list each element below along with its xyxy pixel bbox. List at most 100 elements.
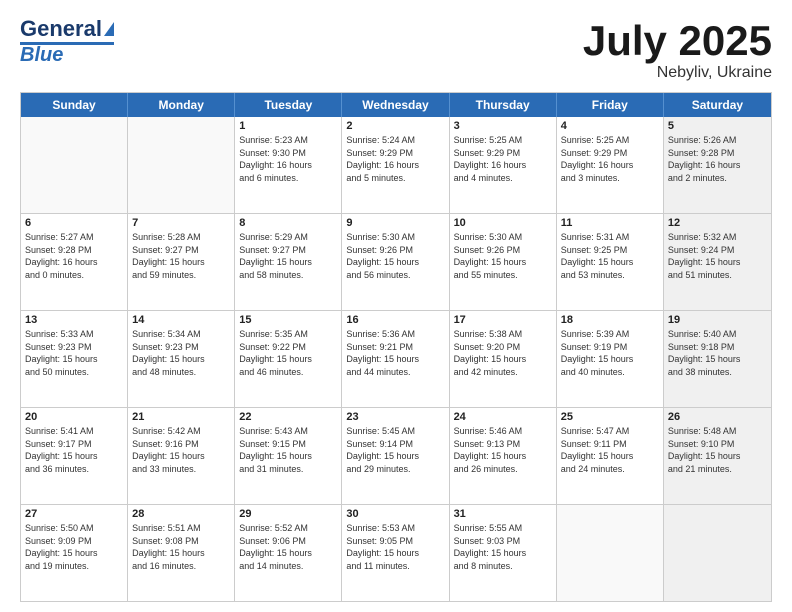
cell-text: Sunrise: 5:28 AM Sunset: 9:27 PM Dayligh… [132,231,230,281]
cell-text: Sunrise: 5:24 AM Sunset: 9:29 PM Dayligh… [346,134,444,184]
day-number: 14 [132,314,230,326]
cell-text: Sunrise: 5:34 AM Sunset: 9:23 PM Dayligh… [132,328,230,378]
calendar-cell: 15 Sunrise: 5:35 AM Sunset: 9:22 PM Dayli… [235,311,342,407]
day-number: 16 [346,314,444,326]
cell-text: Sunrise: 5:36 AM Sunset: 9:21 PM Dayligh… [346,328,444,378]
calendar-cell: 1 Sunrise: 5:23 AM Sunset: 9:30 PM Daylig… [235,117,342,213]
calendar-cell: 18 Sunrise: 5:39 AM Sunset: 9:19 PM Dayli… [557,311,664,407]
cell-text: Sunrise: 5:25 AM Sunset: 9:29 PM Dayligh… [561,134,659,184]
day-number: 18 [561,314,659,326]
logo: General Blue [20,18,114,65]
calendar-cell: 16 Sunrise: 5:36 AM Sunset: 9:21 PM Dayli… [342,311,449,407]
day-number: 21 [132,411,230,423]
header-sunday: Sunday [21,93,128,117]
calendar-cell: 12 Sunrise: 5:32 AM Sunset: 9:24 PM Dayli… [664,214,771,310]
day-number: 28 [132,508,230,520]
calendar-cell: 9 Sunrise: 5:30 AM Sunset: 9:26 PM Daylig… [342,214,449,310]
calendar-cell: 5 Sunrise: 5:26 AM Sunset: 9:28 PM Daylig… [664,117,771,213]
calendar-cell: 21 Sunrise: 5:42 AM Sunset: 9:16 PM Dayli… [128,408,235,504]
cell-text: Sunrise: 5:53 AM Sunset: 9:05 PM Dayligh… [346,522,444,572]
day-number: 27 [25,508,123,520]
cell-text: Sunrise: 5:35 AM Sunset: 9:22 PM Dayligh… [239,328,337,378]
day-number: 15 [239,314,337,326]
day-number: 12 [668,217,767,229]
cell-text: Sunrise: 5:38 AM Sunset: 9:20 PM Dayligh… [454,328,552,378]
day-number: 19 [668,314,767,326]
cell-text: Sunrise: 5:29 AM Sunset: 9:27 PM Dayligh… [239,231,337,281]
calendar-cell: 3Sunrise: 5:25 AM Sunset: 9:29 PM Daylig… [450,117,557,213]
cell-text: Sunrise: 5:27 AM Sunset: 9:28 PM Dayligh… [25,231,123,281]
header-saturday: Saturday [664,93,771,117]
cell-text: Sunrise: 5:39 AM Sunset: 9:19 PM Dayligh… [561,328,659,378]
header-thursday: Thursday [450,93,557,117]
day-number: 13 [25,314,123,326]
calendar-cell: 11Sunrise: 5:31 AM Sunset: 9:25 PM Dayli… [557,214,664,310]
cell-text: Sunrise: 5:46 AM Sunset: 9:13 PM Dayligh… [454,425,552,475]
cell-text: Sunrise: 5:40 AM Sunset: 9:18 PM Dayligh… [668,328,767,378]
cell-text: Sunrise: 5:50 AM Sunset: 9:09 PM Dayligh… [25,522,123,572]
cell-text: Sunrise: 5:33 AM Sunset: 9:23 PM Dayligh… [25,328,123,378]
day-number: 10 [454,217,552,229]
calendar-cell: 24 Sunrise: 5:46 AM Sunset: 9:13 PM Dayli… [450,408,557,504]
calendar-cell: 7 Sunrise: 5:28 AM Sunset: 9:27 PM Daylig… [128,214,235,310]
day-number: 25 [561,411,659,423]
cell-text: Sunrise: 5:32 AM Sunset: 9:24 PM Dayligh… [668,231,767,281]
calendar-body: 1 Sunrise: 5:23 AM Sunset: 9:30 PM Daylig… [21,117,771,601]
calendar-cell [557,505,664,601]
day-number: 31 [454,508,552,520]
day-number: 1 [239,120,337,132]
calendar-cell: 29Sunrise: 5:52 AM Sunset: 9:06 PM Dayli… [235,505,342,601]
calendar-cell: 13 Sunrise: 5:33 AM Sunset: 9:23 PM Dayli… [21,311,128,407]
header: General Blue July 2025 Nebyliv, Ukraine [20,18,772,82]
calendar-row: 27 Sunrise: 5:50 AM Sunset: 9:09 PM Dayli… [21,504,771,601]
title-month: July 2025 [583,18,772,64]
day-number: 3 [454,120,552,132]
cell-text: Sunrise: 5:51 AM Sunset: 9:08 PM Dayligh… [132,522,230,572]
day-number: 22 [239,411,337,423]
calendar-row: 1 Sunrise: 5:23 AM Sunset: 9:30 PM Daylig… [21,117,771,213]
cell-text: Sunrise: 5:45 AM Sunset: 9:14 PM Dayligh… [346,425,444,475]
day-number: 5 [668,120,767,132]
calendar-cell: 31 Sunrise: 5:55 AM Sunset: 9:03 PM Dayli… [450,505,557,601]
day-number: 20 [25,411,123,423]
calendar-cell [128,117,235,213]
day-number: 2 [346,120,444,132]
cell-text: Sunrise: 5:31 AM Sunset: 9:25 PM Dayligh… [561,231,659,281]
calendar-cell: 22 Sunrise: 5:43 AM Sunset: 9:15 PM Dayli… [235,408,342,504]
logo-blue: Blue [20,45,63,65]
cell-text: Sunrise: 5:55 AM Sunset: 9:03 PM Dayligh… [454,522,552,572]
calendar-cell: 4Sunrise: 5:25 AM Sunset: 9:29 PM Daylig… [557,117,664,213]
cell-text: Sunrise: 5:41 AM Sunset: 9:17 PM Dayligh… [25,425,123,475]
day-number: 24 [454,411,552,423]
title-location: Nebyliv, Ukraine [583,64,772,82]
cell-text: Sunrise: 5:30 AM Sunset: 9:26 PM Dayligh… [454,231,552,281]
day-number: 17 [454,314,552,326]
title-block: July 2025 Nebyliv, Ukraine [583,18,772,82]
calendar-cell: 17 Sunrise: 5:38 AM Sunset: 9:20 PM Dayli… [450,311,557,407]
day-number: 6 [25,217,123,229]
cell-text: Sunrise: 5:48 AM Sunset: 9:10 PM Dayligh… [668,425,767,475]
cell-text: Sunrise: 5:23 AM Sunset: 9:30 PM Dayligh… [239,134,337,184]
cell-text: Sunrise: 5:30 AM Sunset: 9:26 PM Dayligh… [346,231,444,281]
calendar-cell: 14 Sunrise: 5:34 AM Sunset: 9:23 PM Dayli… [128,311,235,407]
day-number: 7 [132,217,230,229]
calendar-cell [664,505,771,601]
calendar-cell: 28 Sunrise: 5:51 AM Sunset: 9:08 PM Dayli… [128,505,235,601]
day-number: 29 [239,508,337,520]
logo-general: General [20,18,102,40]
day-number: 9 [346,217,444,229]
cell-text: Sunrise: 5:47 AM Sunset: 9:11 PM Dayligh… [561,425,659,475]
cell-text: Sunrise: 5:42 AM Sunset: 9:16 PM Dayligh… [132,425,230,475]
header-wednesday: Wednesday [342,93,449,117]
calendar-cell: 30Sunrise: 5:53 AM Sunset: 9:05 PM Dayli… [342,505,449,601]
calendar-cell: 23Sunrise: 5:45 AM Sunset: 9:14 PM Dayli… [342,408,449,504]
calendar-cell [21,117,128,213]
calendar-cell: 26 Sunrise: 5:48 AM Sunset: 9:10 PM Dayli… [664,408,771,504]
cell-text: Sunrise: 5:26 AM Sunset: 9:28 PM Dayligh… [668,134,767,184]
cell-text: Sunrise: 5:43 AM Sunset: 9:15 PM Dayligh… [239,425,337,475]
calendar-cell: 27 Sunrise: 5:50 AM Sunset: 9:09 PM Dayli… [21,505,128,601]
calendar-row: 6 Sunrise: 5:27 AM Sunset: 9:28 PM Daylig… [21,213,771,310]
day-number: 26 [668,411,767,423]
calendar-cell: 20 Sunrise: 5:41 AM Sunset: 9:17 PM Dayli… [21,408,128,504]
header-friday: Friday [557,93,664,117]
